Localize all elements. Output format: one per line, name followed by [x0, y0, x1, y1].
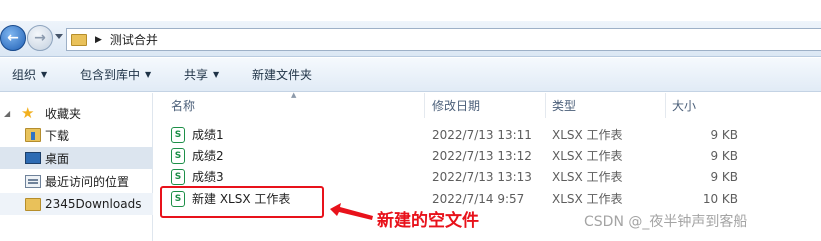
arrow-left-icon: ←	[7, 30, 19, 46]
annotation-label: 新建的空文件	[377, 211, 479, 231]
sidebar-item-favorites[interactable]: ◢ ★ 收藏夹	[0, 102, 153, 124]
recent-pages-dropdown-icon[interactable]	[55, 34, 63, 39]
desktop-icon	[25, 152, 41, 164]
caret-down-icon: ▼	[41, 70, 48, 79]
column-divider[interactable]	[545, 93, 546, 118]
file-row-3[interactable]: S 成绩3 2022/7/13 13:13 XLSX 工作表 9 KB	[160, 166, 750, 187]
column-divider[interactable]	[424, 93, 425, 118]
file-size: 9 KB	[710, 148, 738, 163]
back-button[interactable]: ←	[0, 25, 26, 51]
column-header-size[interactable]: 大小	[672, 93, 742, 118]
watermark-text: CSDN @_夜半钟声到客船	[584, 214, 748, 230]
file-name: 成绩1	[192, 128, 224, 142]
excel-file-icon: S	[171, 127, 185, 143]
file-type: XLSX 工作表	[552, 192, 623, 206]
organize-menu-button[interactable]: 组织 ▼	[12, 66, 47, 83]
file-name: 成绩2	[192, 149, 224, 163]
caret-down-icon: ▼	[213, 70, 220, 79]
excel-file-icon: S	[171, 148, 185, 164]
file-date: 2022/7/13 13:12	[432, 148, 532, 163]
column-header-label: 大小	[672, 99, 697, 113]
file-type: XLSX 工作表	[552, 170, 623, 184]
column-header-label: 类型	[552, 99, 577, 113]
collapse-triangle-icon[interactable]: ◢	[4, 109, 10, 118]
file-date: 2022/7/13 13:13	[432, 169, 532, 184]
address-bar-row: ← → ▶ 测试合并	[0, 21, 821, 57]
file-type: XLSX 工作表	[552, 128, 623, 142]
annotation-highlight-box	[160, 186, 324, 218]
column-header-date[interactable]: 修改日期	[432, 93, 542, 118]
sidebar-item-desktop[interactable]: 桌面	[0, 147, 153, 169]
folder-icon	[25, 197, 41, 211]
column-header-name[interactable]: 名称	[171, 93, 421, 118]
sidebar-item-label: 桌面	[45, 151, 70, 166]
address-box[interactable]: ▶ 测试合并	[66, 28, 821, 51]
annotation-arrow-icon	[330, 203, 373, 220]
column-header-type[interactable]: 类型	[552, 93, 662, 118]
folder-icon	[71, 33, 87, 46]
downloads-folder-icon	[25, 128, 41, 142]
breadcrumb-current-folder[interactable]: 测试合并	[110, 31, 158, 48]
new-folder-button[interactable]: 新建文件夹	[252, 66, 312, 83]
file-size: 10 KB	[702, 191, 738, 206]
navigation-pane: ◢ ★ 收藏夹 下载 桌面 最近访问的位置 2345Downloads	[0, 93, 153, 241]
file-size: 9 KB	[710, 169, 738, 184]
sidebar-item-2345downloads[interactable]: 2345Downloads	[0, 193, 153, 215]
command-toolbar: 组织 ▼ 包含到库中 ▼ 共享 ▼ 新建文件夹	[0, 58, 821, 92]
column-header-label: 名称	[171, 99, 196, 113]
sidebar-item-label: 收藏夹	[45, 106, 82, 121]
file-name: 成绩3	[192, 170, 224, 184]
include-in-library-menu-button[interactable]: 包含到库中 ▼	[80, 66, 151, 83]
sidebar-item-label: 最近访问的位置	[45, 174, 130, 189]
file-date: 2022/7/13 13:11	[432, 127, 532, 142]
forward-button[interactable]: →	[27, 25, 53, 51]
share-menu-button[interactable]: 共享 ▼	[184, 66, 219, 83]
share-label: 共享	[184, 68, 209, 82]
sidebar-item-recent-places[interactable]: 最近访问的位置	[0, 170, 153, 192]
new-folder-label: 新建文件夹	[252, 68, 313, 82]
caret-down-icon: ▼	[145, 70, 152, 79]
arrow-right-icon: →	[34, 30, 46, 46]
file-row-2[interactable]: S 成绩2 2022/7/13 13:12 XLSX 工作表 9 KB	[160, 145, 750, 166]
file-type: XLSX 工作表	[552, 149, 623, 163]
sidebar-item-downloads[interactable]: 下载	[0, 124, 153, 146]
sidebar-item-label: 下载	[45, 128, 70, 143]
breadcrumb-arrow-icon[interactable]: ▶	[95, 35, 102, 45]
recent-places-icon	[25, 174, 41, 188]
excel-file-icon: S	[171, 169, 185, 185]
column-divider[interactable]	[665, 93, 666, 118]
organize-label: 组织	[12, 68, 37, 82]
include-in-library-label: 包含到库中	[80, 68, 141, 82]
file-size: 9 KB	[710, 127, 738, 142]
column-header-label: 修改日期	[432, 99, 481, 113]
star-icon: ★	[21, 104, 35, 122]
sidebar-item-label: 2345Downloads	[45, 197, 142, 211]
file-row-1[interactable]: S 成绩1 2022/7/13 13:11 XLSX 工作表 9 KB	[160, 124, 750, 145]
